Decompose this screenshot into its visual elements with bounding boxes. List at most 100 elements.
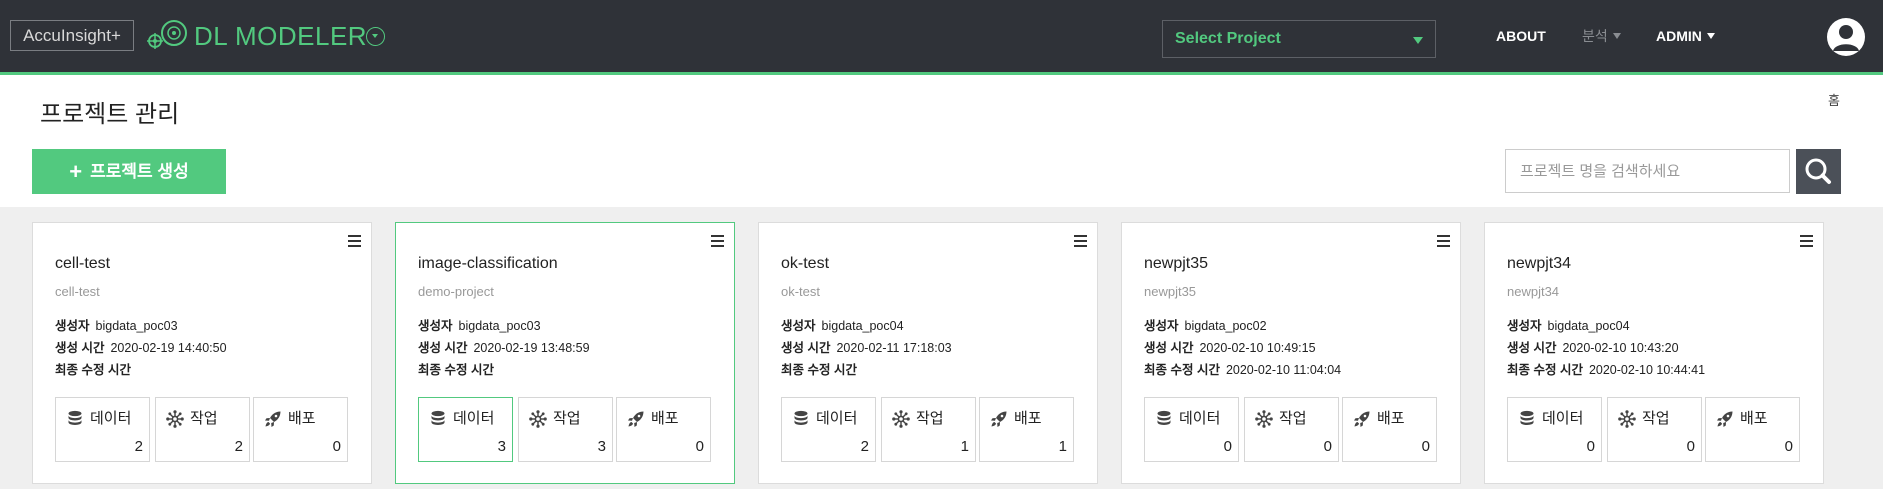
rocket-icon [265,411,281,427]
modified-value: 2020-02-10 11:04:04 [1225,363,1342,377]
project-card[interactable]: newpjt34 newpjt34 생성자 bigdata_poc04 생성 시간… [1484,222,1824,484]
search-button[interactable] [1796,149,1841,194]
project-created-row: 생성 시간 2020-02-10 10:43:20 [1507,337,1679,356]
data-count-button[interactable]: 데이터 0 [1507,397,1602,462]
dl-modeler-logo-icon [147,20,187,49]
project-creator-row: 생성자 bigdata_poc03 [418,315,541,334]
project-card[interactable]: newpjt35 newpjt35 생성자 bigdata_poc02 생성 시간… [1121,222,1461,484]
data-count-button[interactable]: 데이터 3 [418,397,513,462]
project-name[interactable]: newpjt34 [1507,255,1571,273]
create-project-button[interactable]: + 프로젝트 생성 [32,149,226,194]
project-creator-row: 생성자 bigdata_poc02 [1144,315,1267,334]
jobs-label: 작업 [553,410,581,427]
project-creator-row: 생성자 bigdata_poc03 [55,315,178,334]
jobs-label: 작업 [190,410,218,427]
deploy-count-button[interactable]: 배포 0 [616,397,711,462]
creator-label: 생성자 [418,319,453,333]
card-menu-icon[interactable] [1800,235,1813,247]
jobs-count-button[interactable]: 작업 0 [1244,397,1339,462]
project-name[interactable]: cell-test [55,255,110,273]
deploy-count: 0 [1784,438,1793,455]
rocket-icon [628,411,644,427]
data-count: 2 [134,438,143,455]
deploy-count: 0 [695,438,704,455]
project-description: demo-project [418,284,494,299]
jobs-count: 0 [1323,438,1332,455]
project-card[interactable]: image-classification demo-project 생성자 big… [395,222,735,484]
creator-label: 생성자 [55,319,90,333]
modified-value: 2020-02-10 10:44:41 [1588,363,1706,377]
search-icon [1805,158,1831,184]
modified-label: 최종 수정 시간 [1507,363,1583,377]
jobs-count-button[interactable]: 작업 0 [1607,397,1702,462]
jobs-count-button[interactable]: 작업 3 [518,397,613,462]
nav-analysis-label: 분석 [1582,28,1608,44]
gear-network-icon [1618,410,1636,428]
top-navigation-bar: AccuInsight+ DL MODELER Select Project A… [0,0,1883,73]
breadcrumb-home-link[interactable]: 홈 [1828,90,1840,109]
app-name[interactable]: DL MODELER [194,19,367,53]
nav-admin-menu[interactable]: ADMIN [1656,27,1715,45]
jobs-count: 3 [597,438,606,455]
gear-network-icon [892,410,910,428]
project-name[interactable]: ok-test [781,255,829,273]
rocket-icon [1354,411,1370,427]
created-label: 생성 시간 [1144,341,1194,355]
creator-label: 생성자 [1144,319,1179,333]
project-description: ok-test [781,284,821,299]
caret-down-icon [1612,33,1621,39]
gear-network-icon [529,410,547,428]
jobs-count: 0 [1686,438,1695,455]
project-card[interactable]: ok-test ok-test 생성자 bigdata_poc04 생성 시간 20… [758,222,1098,484]
data-count-button[interactable]: 데이터 2 [781,397,876,462]
project-select-dropdown[interactable]: Select Project [1162,20,1436,58]
created-value: 2020-02-11 17:18:03 [836,341,952,355]
data-label: 데이터 [816,410,858,427]
deploy-count-button[interactable]: 배포 1 [979,397,1074,462]
database-icon [431,410,445,425]
jobs-label: 작업 [1642,410,1670,427]
modified-label: 최종 수정 시간 [1144,363,1220,377]
deploy-count-button[interactable]: 배포 0 [1705,397,1800,462]
card-menu-icon[interactable] [1074,235,1087,247]
nav-about[interactable]: ABOUT [1496,27,1546,45]
project-name[interactable]: image-classification [418,255,558,273]
deploy-count-button[interactable]: 배포 0 [253,397,348,462]
created-value: 2020-02-19 13:48:59 [473,341,590,355]
app-switch-chevron-icon[interactable] [366,27,385,46]
deploy-label: 배포 [288,410,316,427]
data-label: 데이터 [90,410,132,427]
project-description: cell-test [55,284,100,299]
jobs-count: 1 [960,438,969,455]
deploy-count: 0 [332,438,341,455]
plus-icon: + [69,159,83,184]
nav-analysis-menu[interactable]: 분석 [1582,27,1621,45]
project-modified-row: 최종 수정 시간 2020-02-10 11:04:04 [1144,359,1341,378]
project-card[interactable]: cell-test cell-test 생성자 bigdata_poc03 생성 … [32,222,372,484]
jobs-label: 작업 [1279,410,1307,427]
card-menu-icon[interactable] [348,235,361,247]
user-avatar-button[interactable] [1827,18,1865,56]
rocket-icon [1717,411,1733,427]
card-menu-icon[interactable] [711,235,724,247]
creator-label: 생성자 [1507,319,1542,333]
deploy-label: 배포 [1740,410,1768,427]
data-count-button[interactable]: 데이터 2 [55,397,150,462]
accuinsight-brand-link[interactable]: AccuInsight+ [10,20,134,51]
jobs-count-button[interactable]: 작업 2 [155,397,250,462]
card-menu-icon[interactable] [1437,235,1450,247]
project-name[interactable]: newpjt35 [1144,255,1208,273]
project-search-input[interactable] [1505,149,1790,193]
creator-label: 생성자 [781,319,816,333]
project-modified-row: 최종 수정 시간 2020-02-10 10:44:41 [1507,359,1705,378]
created-value: 2020-02-10 10:49:15 [1199,341,1316,355]
jobs-count-button[interactable]: 작업 1 [881,397,976,462]
rocket-icon [991,411,1007,427]
created-label: 생성 시간 [781,341,831,355]
creator-value: bigdata_poc03 [458,319,541,333]
gear-network-icon [166,410,184,428]
data-count-button[interactable]: 데이터 0 [1144,397,1239,462]
deploy-count: 0 [1421,438,1430,455]
data-label: 데이터 [1179,410,1221,427]
deploy-count-button[interactable]: 배포 0 [1342,397,1437,462]
